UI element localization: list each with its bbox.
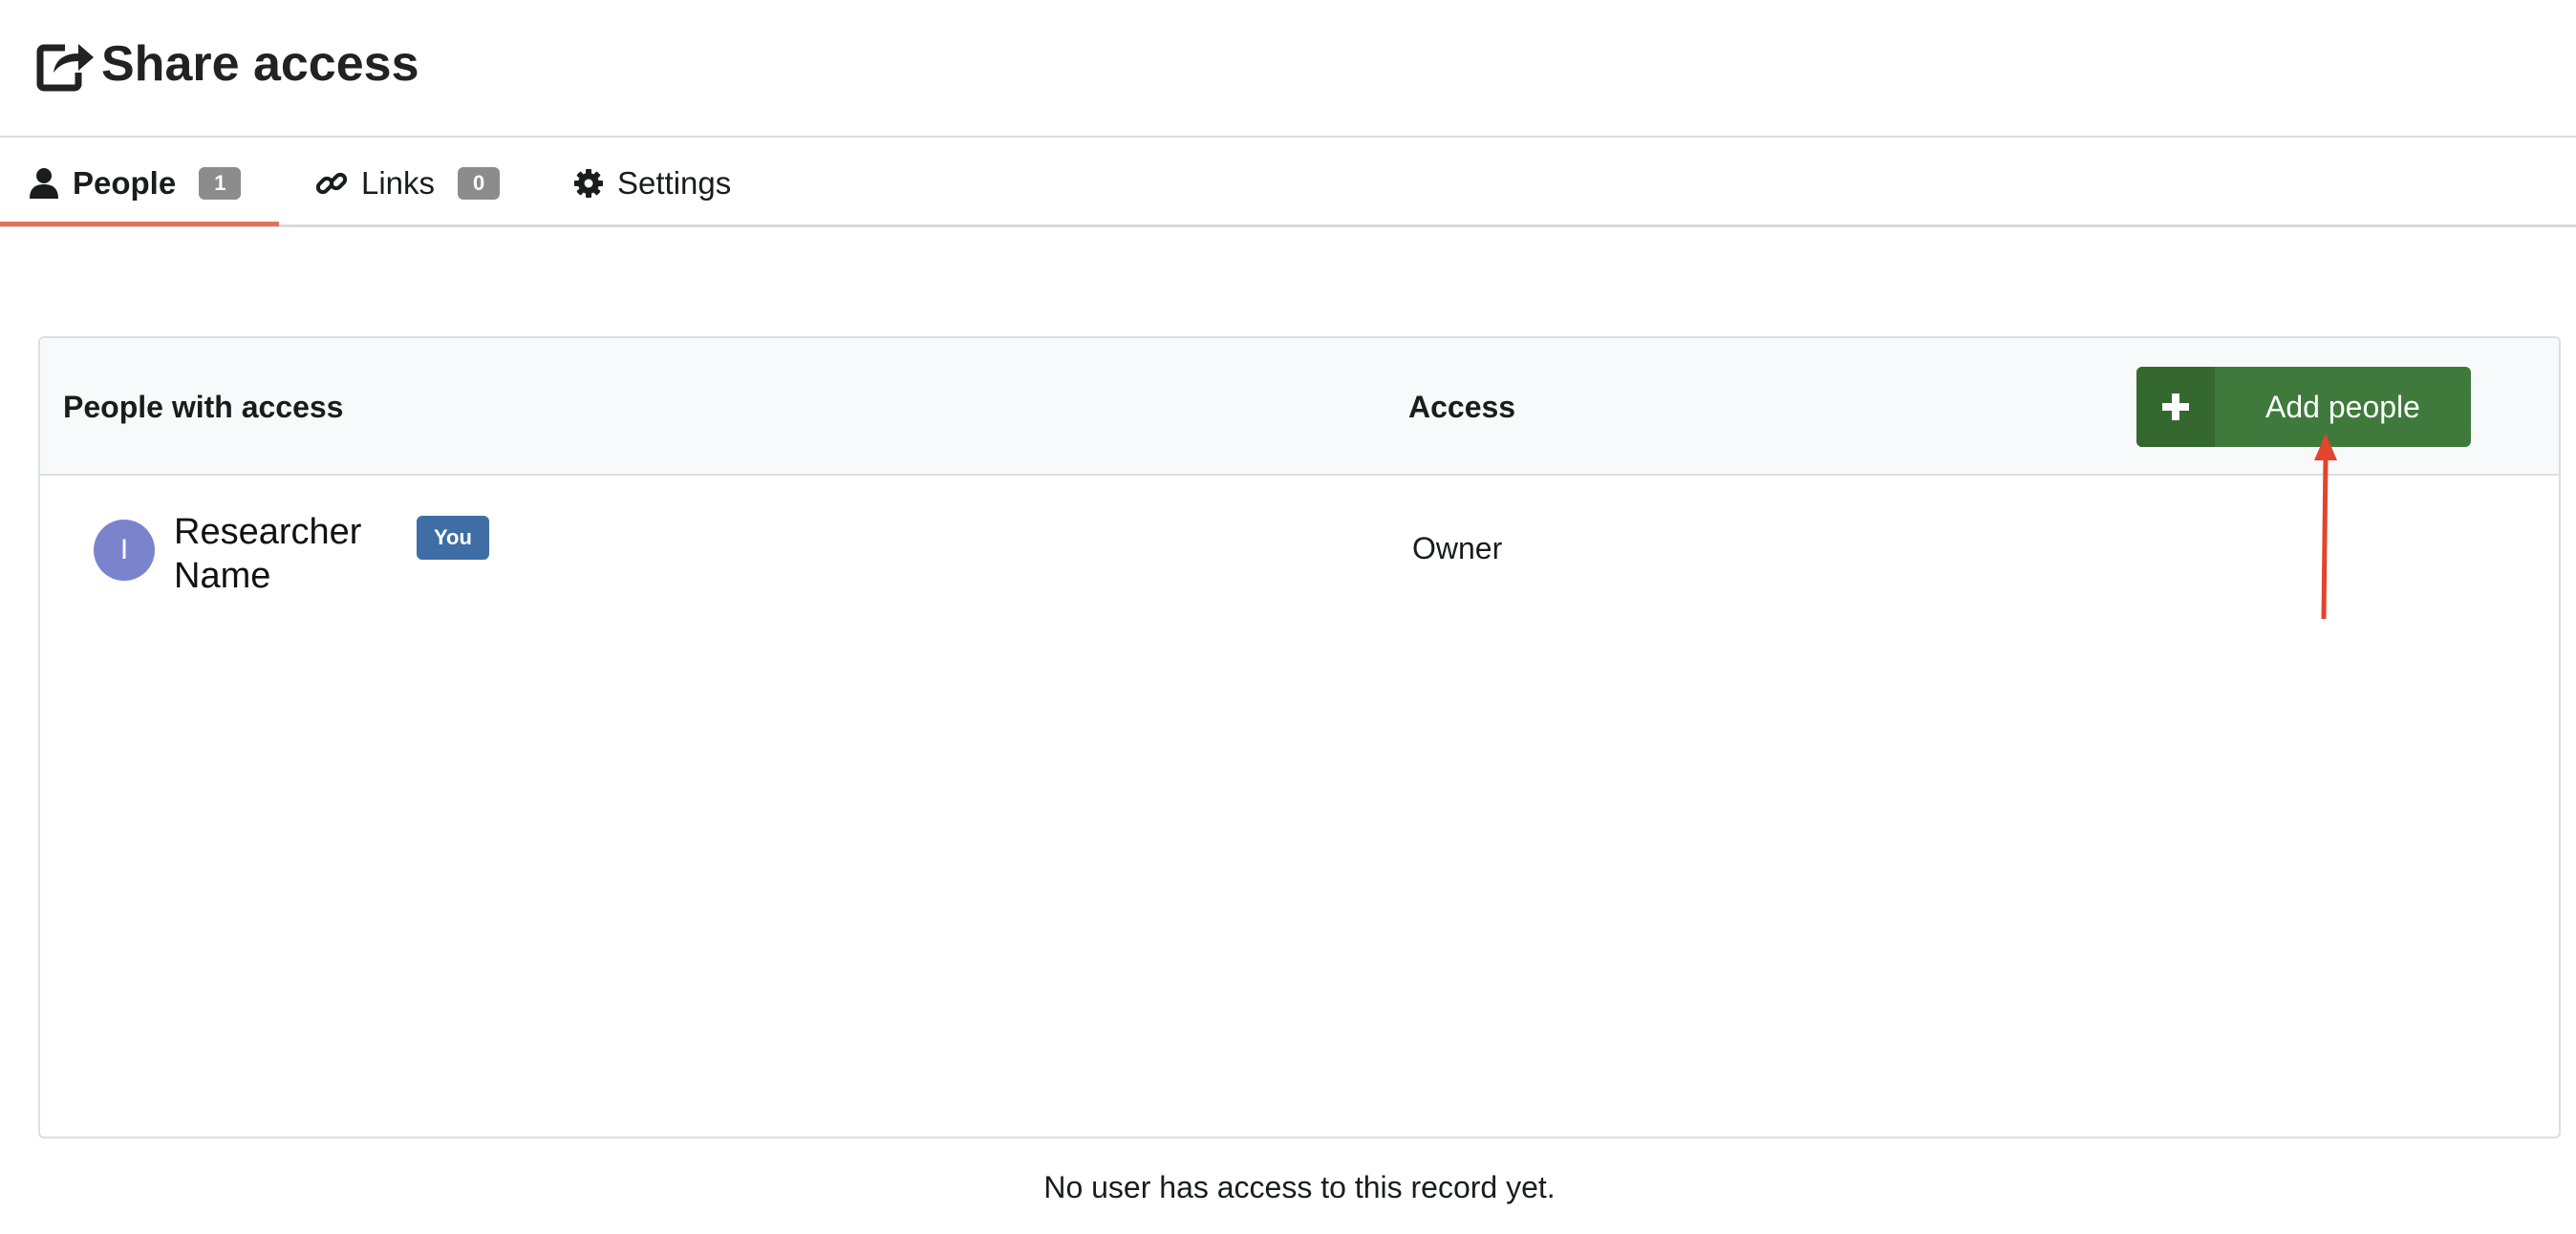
column-header-access: Access: [1408, 390, 1516, 424]
gear-icon: [574, 169, 603, 198]
you-badge: You: [417, 516, 489, 560]
add-people-label: Add people: [2265, 389, 2420, 424]
tab-settings-label: Settings: [617, 165, 732, 201]
link-icon: [315, 172, 348, 195]
annotation-arrow: [2314, 434, 2337, 620]
active-tab-indicator: [0, 222, 279, 226]
tab-people[interactable]: People 1: [29, 139, 242, 227]
empty-access-message: No user has access to this record yet.: [1043, 1170, 1556, 1204]
access-level: Owner: [1412, 531, 1503, 565]
tab-bar: People 1 Links 0 Settings: [0, 139, 2576, 227]
column-header-people: People with access: [63, 390, 344, 424]
user-icon: [30, 168, 58, 199]
person-name: Researcher Name: [174, 512, 362, 596]
people-count-badge: 1: [199, 167, 242, 200]
tab-settings[interactable]: Settings: [573, 139, 731, 227]
share-square-icon: [36, 44, 94, 92]
table-header: People with access Access Add people: [40, 338, 2559, 476]
avatar: I: [94, 520, 155, 581]
table-row: I Researcher Name You Owner: [40, 476, 2559, 638]
page-title: Share access: [101, 36, 419, 92]
page-header: Share access: [0, 0, 2576, 138]
plus-icon: [2136, 367, 2215, 447]
tab-links[interactable]: Links 0: [315, 139, 501, 227]
people-table: People with access Access Add people I R…: [38, 336, 2561, 1138]
tab-people-label: People: [73, 165, 177, 201]
links-count-badge: 0: [458, 167, 501, 200]
tab-links-label: Links: [361, 165, 436, 201]
